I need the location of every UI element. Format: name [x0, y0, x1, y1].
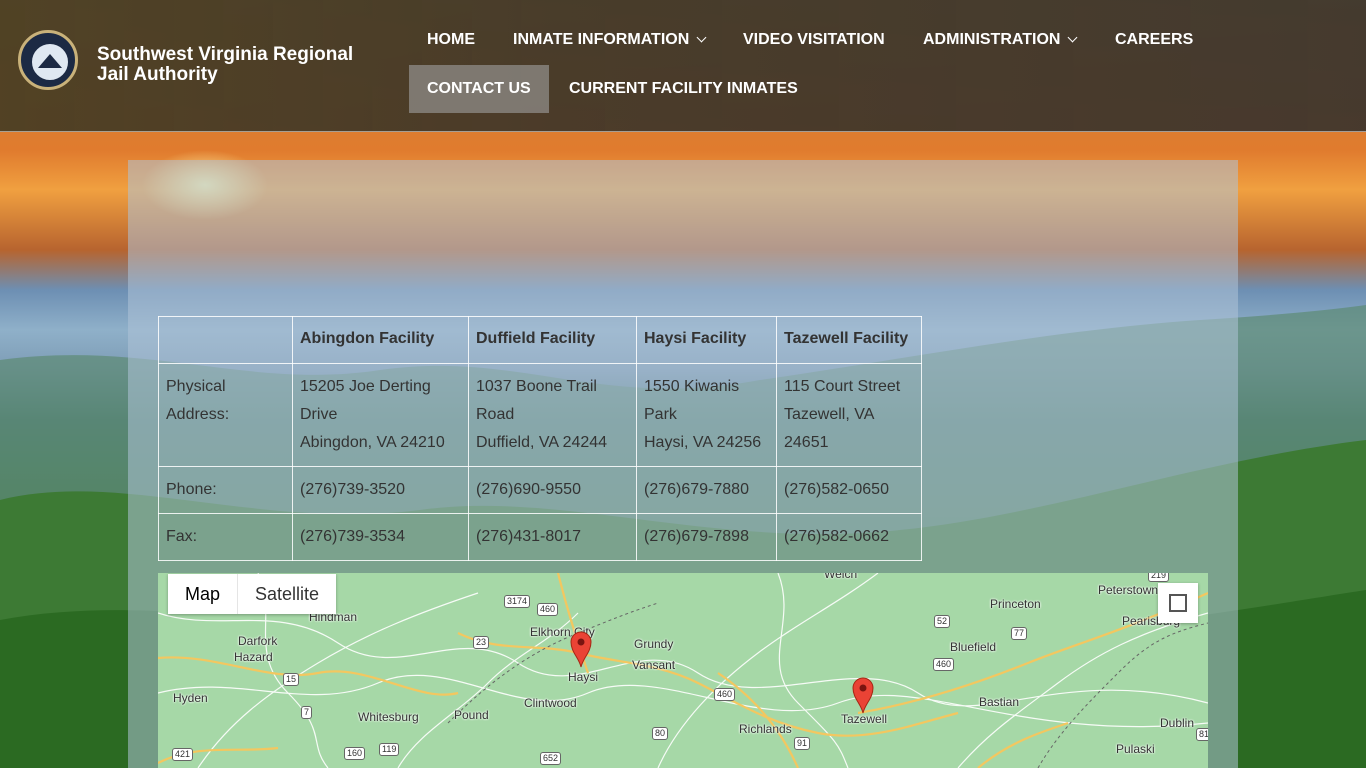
nav-careers[interactable]: CAREERS	[1097, 16, 1211, 64]
nav-video-visitation-label: VIDEO VISITATION	[743, 31, 885, 48]
nav-inmate-information[interactable]: INMATE INFORMATION	[495, 16, 723, 64]
route-shield: 7	[301, 706, 313, 719]
route-shield: 80	[652, 727, 669, 740]
address-line: Tazewell, VA 24651	[784, 406, 874, 451]
map-place-label: Tazewell	[841, 712, 888, 726]
route-shield: 460	[933, 658, 955, 671]
row-label: Fax:	[158, 513, 293, 561]
table-header-cell: Haysi Facility	[636, 316, 777, 364]
site-title[interactable]: Southwest Virginia Regional Jail Authori…	[97, 45, 387, 85]
map-place-label: Bastian	[979, 695, 1020, 709]
phone-cell: (276)739-3520	[292, 466, 469, 514]
nav-video-visitation[interactable]: VIDEO VISITATION	[725, 16, 903, 64]
map-type-satellite-button[interactable]: Satellite	[238, 574, 336, 614]
address-cell: 15205 Joe Derting Drive Abingdon, VA 2421…	[292, 363, 469, 467]
table-header-row: Abingdon Facility Duffield Facility Hays…	[158, 316, 922, 364]
route-shield: 652	[540, 752, 562, 765]
address-cell: 1037 Boone Trail Road Duffield, VA 24244	[468, 363, 637, 467]
map-type-control: Map Satellite	[168, 574, 337, 614]
phone-cell: (276)679-7880	[636, 466, 777, 514]
site-logo[interactable]	[18, 30, 78, 90]
map-place-label: Princeton	[990, 597, 1041, 611]
seal-emblem	[30, 42, 70, 82]
site-header: Southwest Virginia Regional Jail Authori…	[0, 0, 1366, 132]
table-row: Physical Address: 15205 Joe Derting Drive…	[158, 363, 922, 467]
table-header-cell: Tazewell Facility	[776, 316, 922, 364]
table-row: Phone: (276)739-3520 (276)690-9550 (276)…	[158, 466, 922, 514]
route-shield: 23	[473, 636, 490, 649]
fullscreen-button[interactable]	[1158, 583, 1198, 623]
map-place-label: Clintwood	[524, 696, 577, 710]
nav-contact-us[interactable]: CONTACT US	[409, 65, 549, 113]
google-map[interactable]: Welch Peterstown Princeton Pearisburg Bl…	[158, 573, 1208, 768]
nav-home[interactable]: HOME	[409, 16, 493, 64]
address-line: Abingdon, VA 24210	[300, 434, 445, 451]
nav-home-label: HOME	[427, 31, 475, 48]
route-shield: 3174	[504, 595, 531, 608]
map-place-label: Peterstown	[1098, 583, 1159, 597]
nav-administration[interactable]: ADMINISTRATION	[905, 16, 1094, 64]
map-marker-haysi[interactable]	[569, 630, 593, 668]
route-shield: 421	[172, 748, 194, 761]
map-place-label: Pound	[454, 708, 489, 722]
table-header-cell: Duffield Facility	[468, 316, 637, 364]
address-line: 1550 Kiwanis Park	[644, 378, 740, 423]
fax-cell: (276)431-8017	[468, 513, 637, 561]
route-shield: 91	[794, 737, 811, 750]
chevron-down-icon	[1068, 32, 1078, 43]
phone-cell: (276)690-9550	[468, 466, 637, 514]
route-shield: 160	[344, 747, 366, 760]
map-place-label: Bluefield	[950, 640, 997, 654]
route-shield: 52	[934, 615, 951, 628]
map-place-label: Grundy	[634, 637, 674, 651]
map-place-label: Darfork	[238, 634, 278, 648]
fax-cell: (276)739-3534	[292, 513, 469, 561]
table-header-cell	[158, 316, 293, 364]
map-place-label: Hyden	[173, 691, 208, 705]
nav-current-facility-inmates-label: CURRENT FACILITY INMATES	[569, 80, 798, 97]
address-line: Haysi, VA 24256	[644, 434, 762, 451]
map-place-label: Dublin	[1160, 716, 1195, 730]
fax-cell: (276)582-0662	[776, 513, 922, 561]
map-place-label: Welch	[824, 573, 858, 581]
map-place-label: Vansant	[632, 658, 676, 672]
nav-administration-label: ADMINISTRATION	[923, 31, 1061, 48]
map-type-map-button[interactable]: Map	[168, 574, 239, 614]
nav-contact-us-label: CONTACT US	[427, 80, 531, 97]
facilities-table: Abingdon Facility Duffield Facility Hays…	[158, 316, 922, 561]
map-marker-tazewell[interactable]	[851, 676, 875, 714]
map-place-label: Haysi	[568, 670, 599, 684]
address-cell: 115 Court Street Tazewell, VA 24651	[776, 363, 922, 467]
map-place-label: Whitesburg	[358, 710, 419, 724]
nav-careers-label: CAREERS	[1115, 31, 1194, 48]
nav-inmate-information-label: INMATE INFORMATION	[513, 31, 690, 48]
nav-current-facility-inmates[interactable]: CURRENT FACILITY INMATES	[551, 65, 816, 113]
route-shield: 460	[537, 603, 559, 616]
route-shield: 219	[1148, 573, 1170, 582]
address-line: 15205 Joe Derting Drive	[300, 378, 431, 423]
route-shield: 81	[1196, 728, 1208, 741]
route-shield: 119	[379, 743, 400, 756]
map-place-label: Pulaski	[1116, 742, 1155, 756]
address-line: 115 Court Street	[784, 378, 901, 395]
map-place-label: Hazard	[234, 650, 273, 664]
table-header-cell: Abingdon Facility	[292, 316, 469, 364]
phone-cell: (276)582-0650	[776, 466, 922, 514]
row-label: Physical Address:	[158, 363, 293, 467]
table-row: Fax: (276)739-3534 (276)431-8017 (276)67…	[158, 513, 922, 561]
route-shield: 15	[283, 673, 300, 686]
address-cell: 1550 Kiwanis Park Haysi, VA 24256	[636, 363, 777, 467]
row-label: Phone:	[158, 466, 293, 514]
map-place-label: Richlands	[739, 722, 792, 736]
address-line: Duffield, VA 24244	[476, 434, 608, 451]
chevron-down-icon	[696, 32, 707, 43]
route-shield: 77	[1011, 627, 1028, 640]
address-line: 1037 Boone Trail Road	[476, 378, 597, 423]
route-shield: 460	[714, 688, 736, 701]
fax-cell: (276)679-7898	[636, 513, 777, 561]
